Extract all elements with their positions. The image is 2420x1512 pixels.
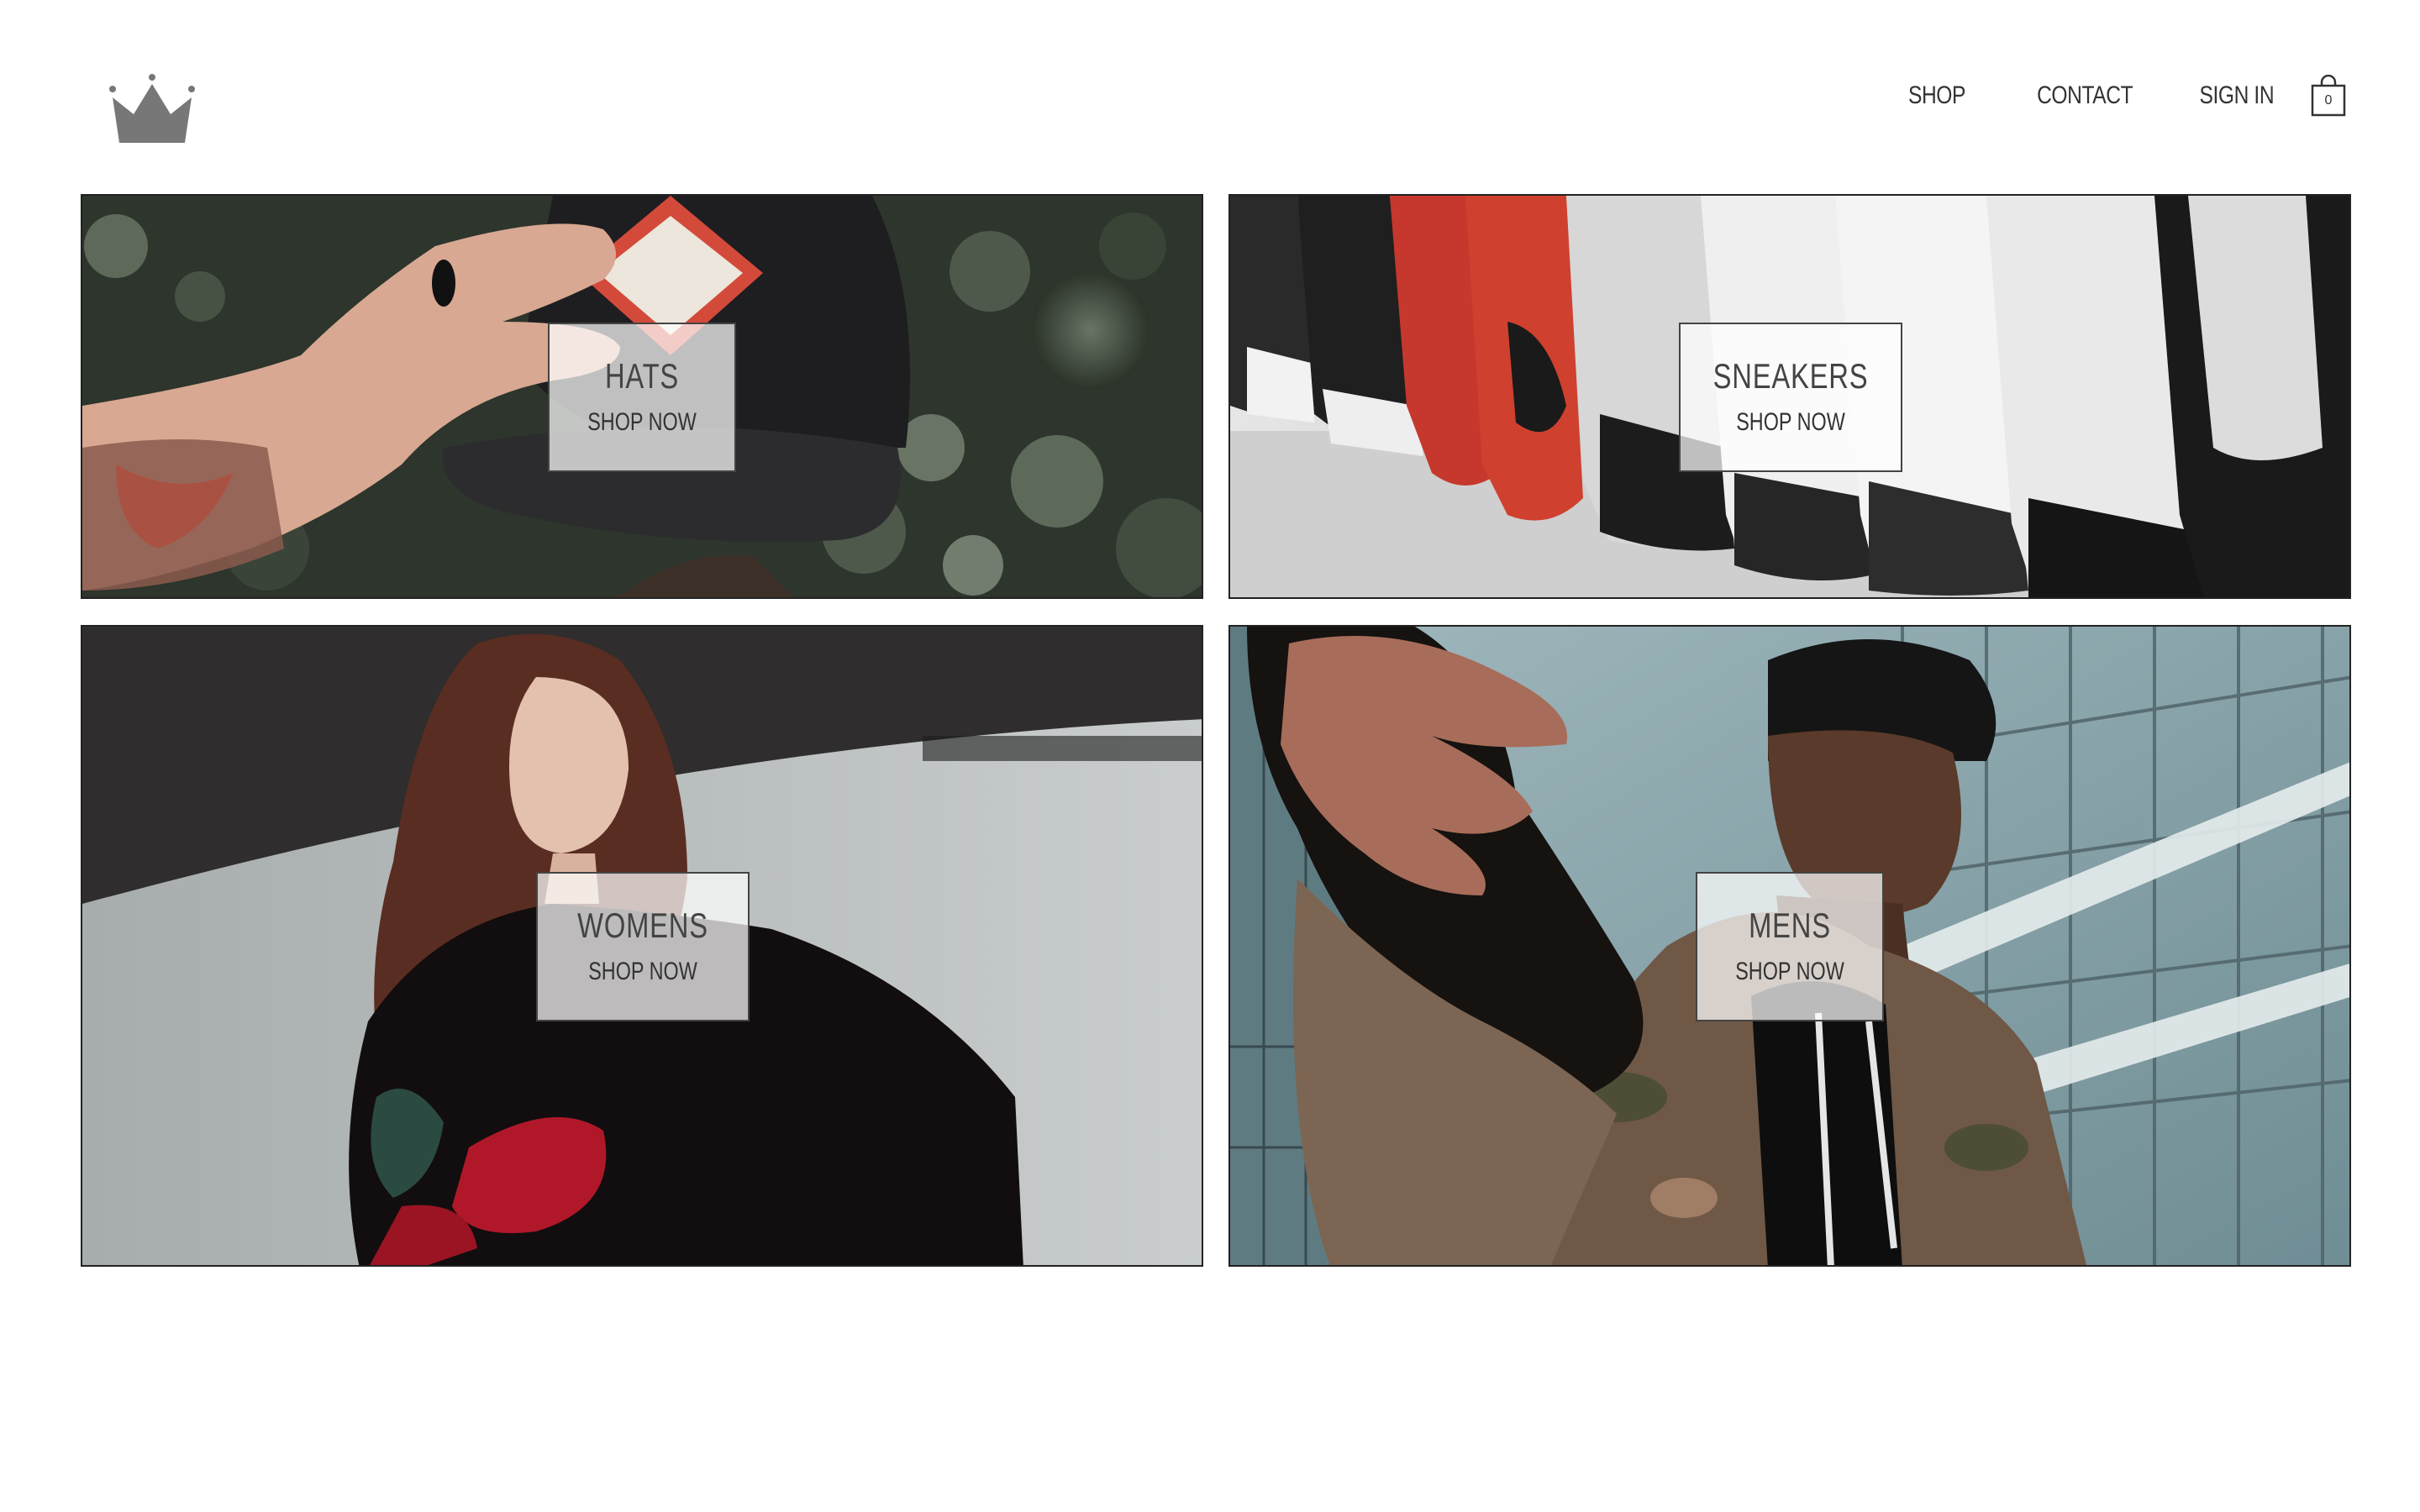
category-tile-hats[interactable]: HATS SHOP NOW bbox=[81, 194, 1203, 599]
category-tile-sneakers[interactable]: SNEAKERS SHOP NOW bbox=[1228, 194, 2351, 599]
shop-now-link[interactable]: SHOP NOW bbox=[570, 408, 714, 437]
category-tile-womens[interactable]: WOMENS SHOP NOW bbox=[81, 625, 1203, 1267]
nav-contact-link[interactable]: CONTACT bbox=[2037, 81, 2133, 110]
category-title: WOMENS bbox=[577, 906, 708, 945]
shop-now-link[interactable]: SHOP NOW bbox=[561, 958, 725, 986]
mens-label[interactable]: MENS SHOP NOW bbox=[1696, 872, 1884, 1021]
main-nav: SHOP CONTACT SIGN IN 0 bbox=[1845, 72, 2346, 119]
category-title: HATS bbox=[604, 356, 680, 396]
category-title: SNEAKERS bbox=[1712, 356, 1869, 396]
crown-logo-icon[interactable] bbox=[108, 72, 197, 144]
page: SHOP CONTACT SIGN IN 0 HATS SHOP NOW SNE… bbox=[0, 0, 2420, 1512]
cart-button[interactable]: 0 bbox=[2311, 75, 2346, 117]
category-title: MENS bbox=[1749, 906, 1831, 945]
shop-now-link[interactable]: SHOP NOW bbox=[1718, 958, 1862, 986]
nav-shop-link[interactable]: SHOP bbox=[1907, 81, 1965, 110]
shop-now-link[interactable]: SHOP NOW bbox=[1705, 408, 1876, 437]
cart-count: 0 bbox=[2324, 93, 2333, 108]
womens-label[interactable]: WOMENS SHOP NOW bbox=[536, 872, 750, 1021]
hats-label[interactable]: HATS SHOP NOW bbox=[548, 323, 736, 472]
sneakers-label[interactable]: SNEAKERS SHOP NOW bbox=[1679, 323, 1902, 472]
nav-signin-link[interactable]: SIGN IN bbox=[2199, 81, 2274, 110]
category-tile-mens[interactable]: MENS SHOP NOW bbox=[1228, 625, 2351, 1267]
